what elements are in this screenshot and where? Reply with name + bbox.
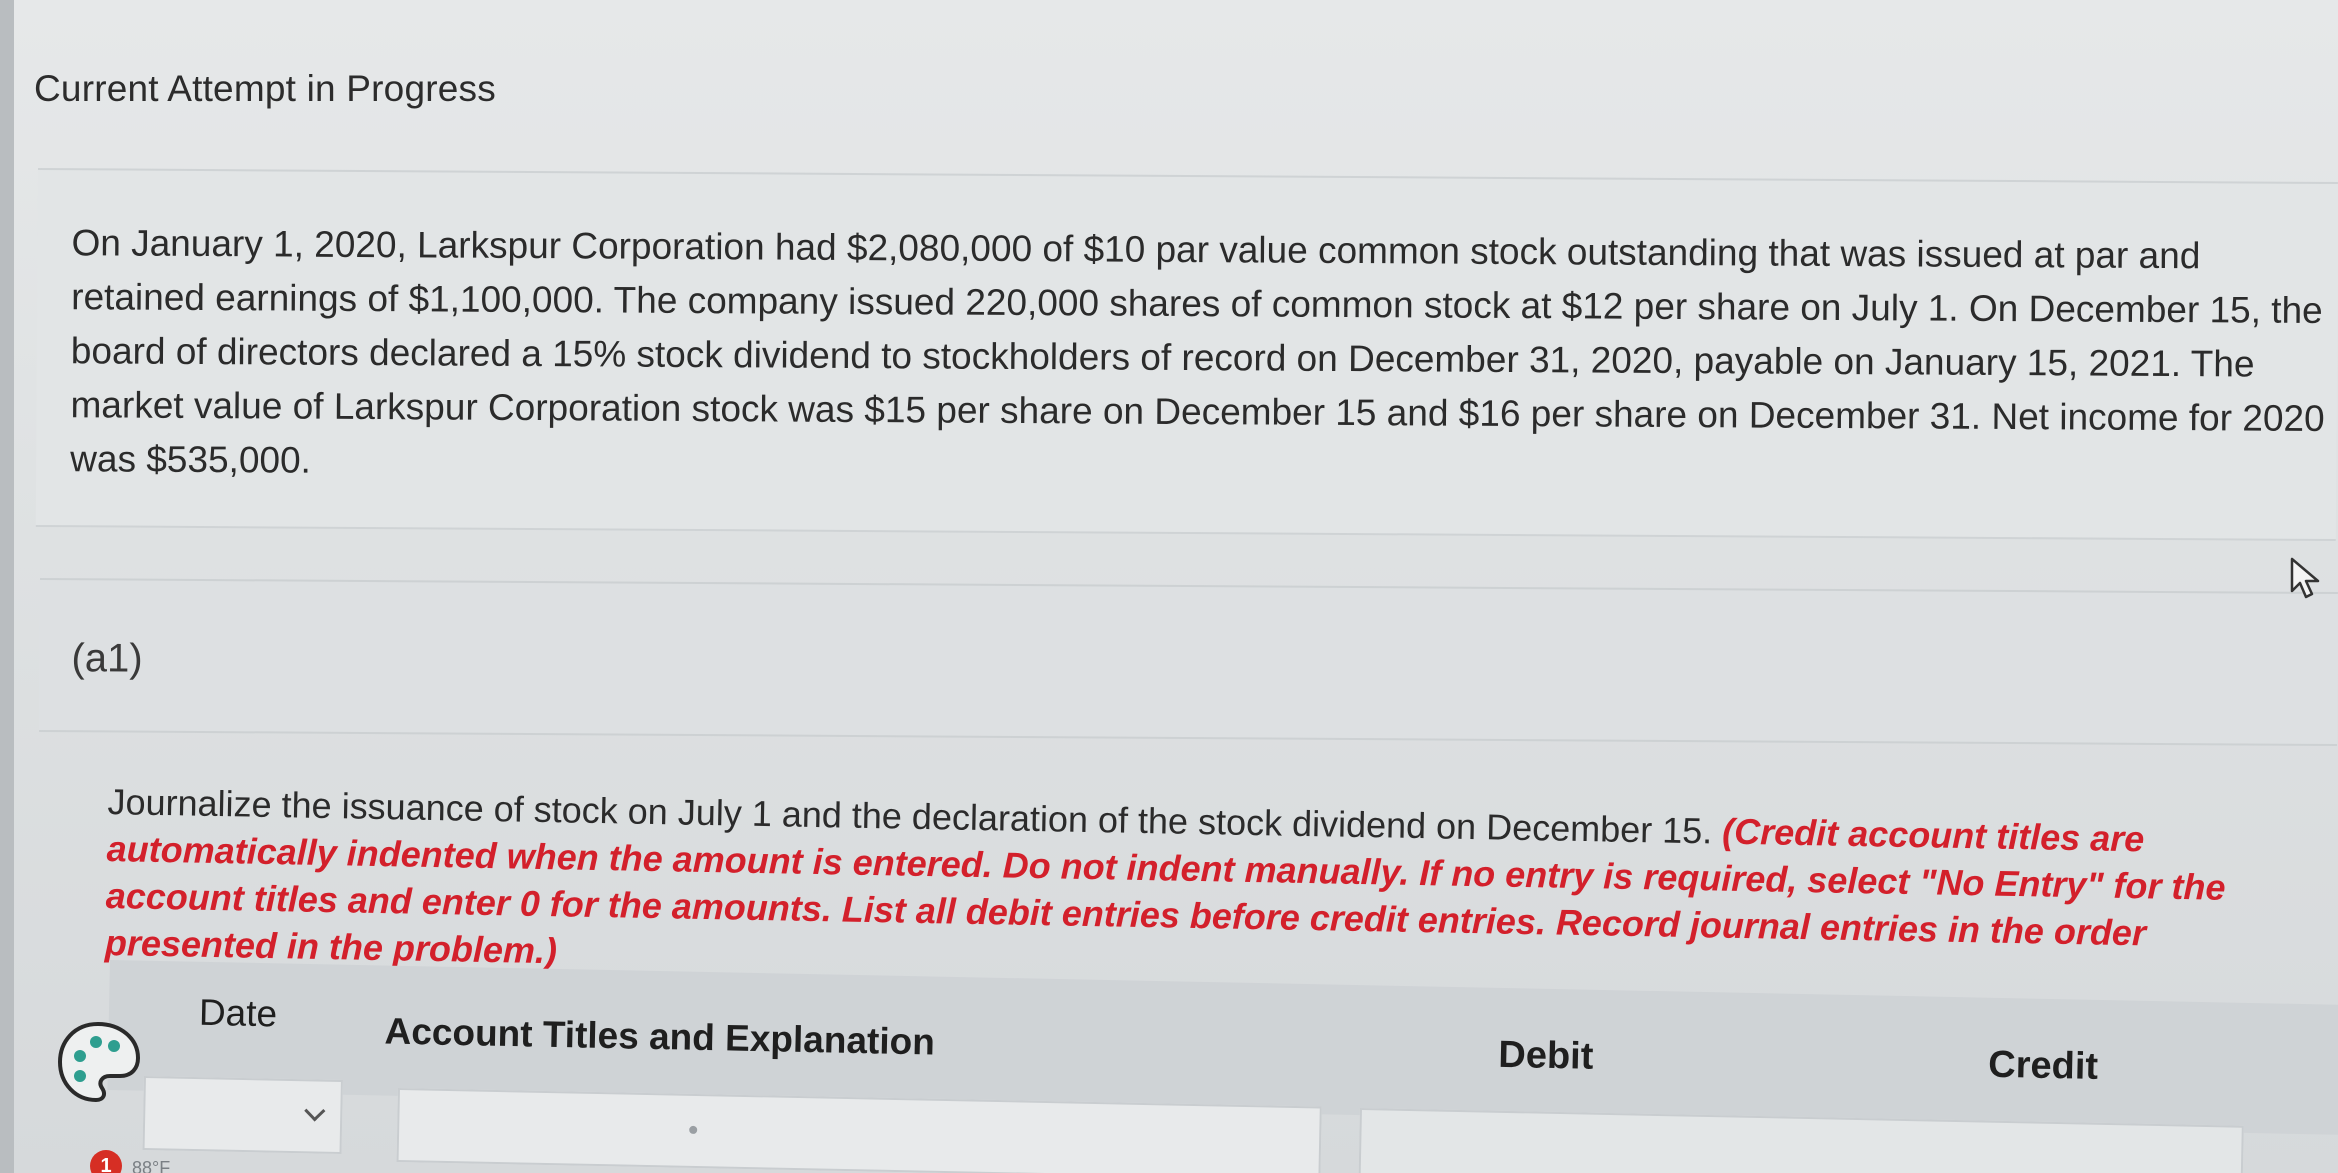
palette-icon[interactable] (52, 1016, 144, 1108)
notification-badge[interactable]: 1 (90, 1150, 122, 1173)
part-header: (a1) (39, 578, 2338, 747)
column-date: Date (198, 991, 278, 1035)
window-edge (0, 0, 14, 1173)
chevron-down-icon (304, 1100, 326, 1122)
column-credit: Credit (1987, 1043, 2099, 1088)
problem-statement-box: On January 1, 2020, Larkspur Corporation… (35, 168, 2338, 542)
input-marker (689, 1125, 698, 1135)
part-label: (a1) (71, 636, 143, 681)
attempt-title: Current Attempt in Progress (34, 68, 496, 109)
date-select[interactable] (142, 1076, 343, 1154)
cursor-icon (2290, 557, 2320, 599)
weather-temperature: 88°F (132, 1158, 171, 1173)
screen: Current Attempt in Progress On January 1… (0, 0, 2338, 1173)
column-account-titles: Account Titles and Explanation (384, 1010, 936, 1063)
column-debit: Debit (1497, 1033, 1594, 1078)
problem-text: On January 1, 2020, Larkspur Corporation… (70, 222, 2325, 481)
